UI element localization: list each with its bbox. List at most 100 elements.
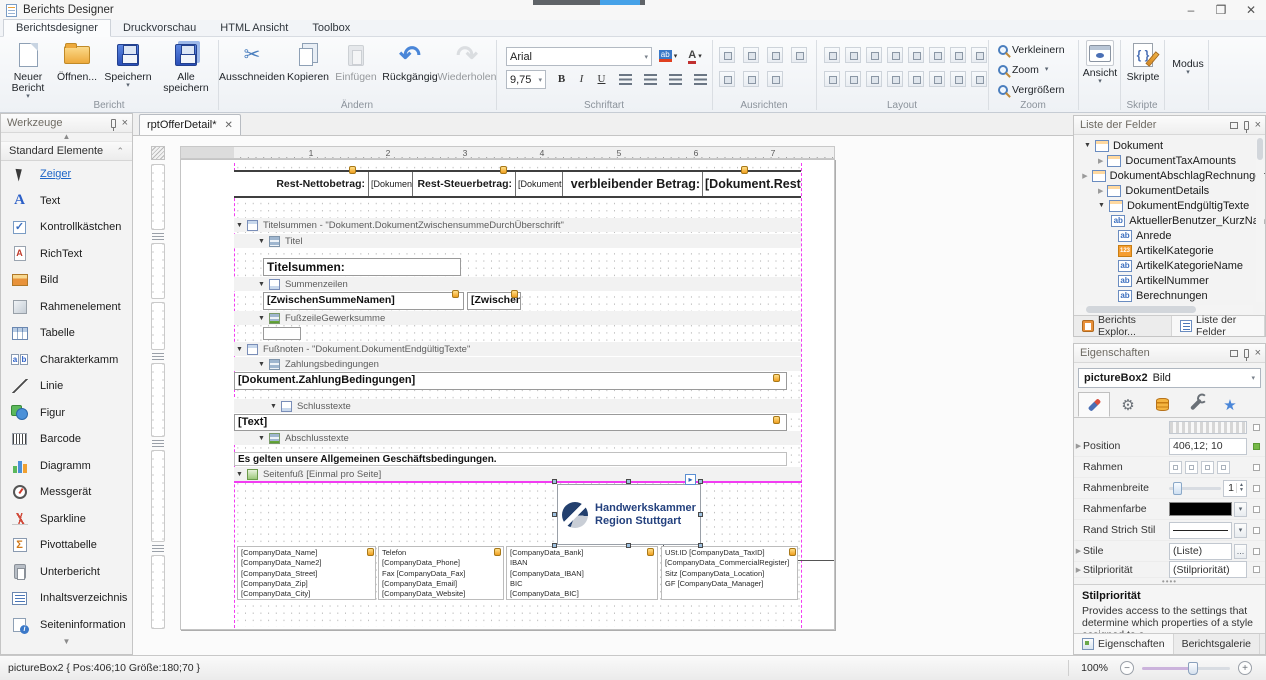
resize-handle[interactable] [552,479,557,484]
tab-eigenschaften[interactable]: Eigenschaften [1074,634,1174,654]
border-top-icon[interactable] [1185,461,1198,474]
new-report-button[interactable]: Neuer Bericht▾ [5,40,51,100]
border-all-icon[interactable] [1217,461,1230,474]
cut-button[interactable]: ✂ Ausschneiden [222,40,282,83]
tab-toolbox[interactable]: Toolbox [300,20,362,36]
align-bottom-icon[interactable] [743,47,759,63]
close-tab-icon[interactable]: ✕ [225,120,233,131]
vertical-scrollbar[interactable] [1256,136,1264,302]
zoom-out-button[interactable]: Verkleinern [998,44,1065,56]
maximize-button[interactable]: ❒ [1206,1,1236,19]
expand-icon[interactable]: ▶ [1098,157,1103,165]
maximize-icon[interactable] [1230,122,1238,129]
property-row-partial[interactable] [1074,420,1265,434]
toolbox-item-rahmenelement[interactable]: Rahmenelement [1,294,132,321]
appearance-tab[interactable] [1078,392,1110,417]
expand-icon[interactable]: ▼ [1098,202,1105,209]
border-left-icon[interactable] [1201,461,1214,474]
property-marker[interactable] [1253,548,1260,555]
toolbox-item-messgeraet[interactable]: Messgerät [1,479,132,506]
align-center-icon[interactable] [641,70,660,88]
textbox-zwischensumme-name[interactable]: [ZwischenSummeNamen] [263,292,464,310]
binding-tag-icon[interactable] [500,166,507,174]
band-grip-icon[interactable] [152,545,164,552]
binding-tag-icon[interactable] [452,290,459,298]
property-marker[interactable] [1253,485,1260,492]
property-marker[interactable] [1253,464,1260,471]
toolbox-item-kontrollkaestchen[interactable]: Kontrollkästchen [1,214,132,241]
ellipsis-button[interactable]: ... [1234,544,1247,559]
company-column-3[interactable]: [CompanyData_Bank] IBAN [CompanyData_IBA… [506,546,658,600]
binding-tag-icon[interactable] [647,548,654,556]
band-fusszeile-gewerksumme[interactable]: ▼ FußzeileGewerksumme [234,311,801,325]
vertical-ruler-segment[interactable] [151,243,165,299]
behavior-tab[interactable]: ⚙ [1112,392,1144,417]
position-value[interactable]: 406,12; 10 [1169,438,1247,455]
company-column-4[interactable]: USt.ID [CompanyData_TaxID] [CompanyData_… [661,546,798,600]
tree-field-aktuellerbenutzer[interactable]: AktuellerBenutzer_KurzNan [1078,213,1265,228]
table-cell-label[interactable]: Rest-Steuerbetrag: [413,172,516,196]
align-right-icon[interactable] [666,70,685,88]
scroll-up-icon[interactable]: ▲ [1,133,132,141]
tree-field-berechnungen[interactable]: Berechnungen [1078,288,1265,303]
data-tab[interactable] [1146,392,1178,417]
collapse-arrow-icon[interactable]: ▼ [258,238,265,245]
expand-icon[interactable]: ▶ [1098,187,1103,195]
vertical-ruler-segment[interactable] [151,555,165,629]
expand-icon[interactable]: ▶ [1074,442,1083,450]
tree-node-dokumentendgueltigtexte[interactable]: ▼DokumentEndgültigTexte [1078,198,1265,213]
highlight-color-button[interactable]: ab▾ [656,47,680,65]
open-button[interactable]: Öffnen... [53,40,101,83]
zoom-in-button[interactable]: + [1238,661,1252,675]
property-row-stile[interactable]: ▶ Stile (Liste) ... [1074,541,1265,562]
table-cell-field[interactable]: [Dokument [369,172,413,196]
horizontal-scrollbar[interactable] [1076,305,1253,314]
report-page[interactable]: Rest-Nettobetrag: [Dokument Rest-Steuerb… [180,159,835,630]
tab-liste-der-felder[interactable]: Liste der Felder [1172,316,1265,336]
zoom-slider[interactable] [1142,667,1230,670]
band-grip-icon[interactable] [152,440,164,447]
decrease-h-spacing-icon[interactable] [950,47,966,63]
tree-node-dokument[interactable]: ▼Dokument [1078,138,1265,153]
paste-button[interactable]: Einfügen [334,40,378,83]
band-schlusstexte[interactable]: ▼ Schlusstexte [234,399,801,413]
vertical-ruler-segment[interactable] [151,302,165,350]
property-marker[interactable] [1253,527,1260,534]
same-size-icon[interactable] [887,47,903,63]
band-grip-icon[interactable] [152,233,164,240]
design-canvas[interactable]: 1 2 3 4 5 6 7 Rest-Nettobetrag: [Dokumen… [133,135,1073,655]
size-to-grid-icon[interactable] [824,47,840,63]
toolbox-item-barcode[interactable]: Barcode [1,426,132,453]
center-horizontal-icon[interactable] [743,71,759,87]
textbox-titelsummen[interactable]: Titelsummen: [263,258,461,276]
view-button[interactable]: Ansicht▾ [1082,40,1118,85]
tree-field-artikelkategoriename[interactable]: ArtikelKategorieName [1078,258,1265,273]
save-all-button[interactable]: Alle speichern [155,40,217,94]
expand-icon[interactable]: ▶ [1082,172,1087,180]
border-none-icon[interactable] [1169,461,1182,474]
remove-v-spacing-icon[interactable] [887,71,903,87]
band-titel[interactable]: ▼ Titel [234,234,801,248]
tab-berichts-explorer[interactable]: Berichts Explor... [1074,316,1172,336]
tab-berichtsdesigner[interactable]: Berichtsdesigner [3,19,111,37]
zoom-in-button[interactable]: Vergrößern [998,84,1065,96]
resize-handle[interactable] [698,543,703,548]
textbox-empty[interactable] [263,327,301,340]
space-equal-v-icon[interactable] [824,71,840,87]
bring-front-icon[interactable] [950,71,966,87]
spin-down-icon[interactable]: ▼ [1237,488,1246,493]
property-marker[interactable] [1253,443,1260,450]
table-cell-label[interactable]: verbleibender Betrag: [563,172,703,196]
align-top-icon[interactable] [791,47,807,63]
pin-icon[interactable] [1244,121,1249,130]
toolbox-item-text[interactable]: AText [1,188,132,215]
band-fussnoten[interactable]: ▼ Fußnoten - "Dokument.DokumentEndgültig… [234,342,801,356]
collapse-arrow-icon[interactable]: ▼ [270,403,277,410]
collapse-arrow-icon[interactable]: ▼ [258,361,265,368]
resize-handle[interactable] [552,543,557,548]
maximize-icon[interactable] [1230,350,1238,357]
mode-button[interactable]: Modus▾ [1168,59,1208,76]
center-vertical-icon[interactable] [767,71,783,87]
styles-value[interactable]: (Liste) [1169,543,1232,560]
border-width-slider[interactable]: 1▲▼ [1169,480,1247,497]
